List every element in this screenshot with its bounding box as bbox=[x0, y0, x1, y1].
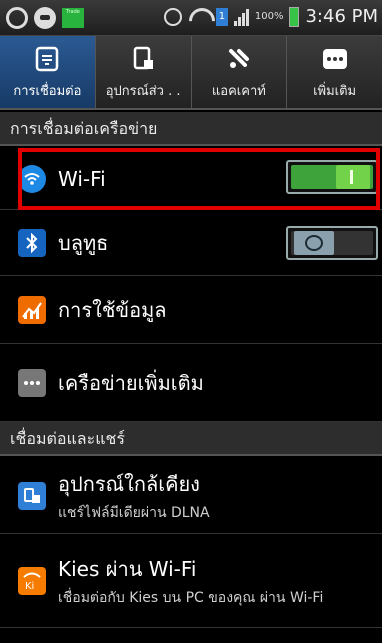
tab-label: เพิ่มเติม bbox=[313, 84, 357, 99]
sync-icon bbox=[6, 7, 28, 29]
tab-device[interactable]: อุปกรณ์ส่ว . . bbox=[96, 36, 192, 108]
connections-icon bbox=[31, 44, 63, 74]
accounts-icon bbox=[223, 44, 255, 74]
data-usage-label: การใช้ข้อมูล bbox=[58, 297, 167, 322]
tab-connections[interactable]: การเชื่อมต่อ bbox=[0, 36, 96, 108]
wifi-highlight-frame bbox=[18, 148, 380, 210]
message-icon bbox=[34, 7, 56, 29]
signal-icon bbox=[233, 8, 249, 26]
data-usage-icon bbox=[18, 295, 46, 324]
section-header-share: เชื่อมต่อและแชร์ bbox=[0, 422, 382, 456]
device-icon bbox=[127, 44, 159, 74]
bluetooth-toggle[interactable] bbox=[286, 226, 378, 260]
tab-label: อุปกรณ์ส่ว . . bbox=[105, 84, 181, 99]
battery-percent: 100% bbox=[254, 11, 284, 22]
nearby-devices-row[interactable]: อุปกรณ์ใกล้เคียง แชร์ไฟล์มีเดียผ่าน DLNA bbox=[0, 458, 382, 534]
nearby-devices-label: อุปกรณ์ใกล้เคียง bbox=[58, 471, 200, 496]
trade-app-icon: Trade bbox=[62, 8, 84, 28]
battery-icon bbox=[289, 6, 300, 27]
data-usage-row[interactable]: การใช้ข้อมูล bbox=[0, 276, 382, 344]
more-networks-row[interactable]: เครือข่ายเพิ่มเติม bbox=[0, 344, 382, 422]
bluetooth-label: บลูทูธ bbox=[58, 230, 109, 255]
svg-text:Ki: Ki bbox=[25, 581, 34, 592]
bluetooth-icon bbox=[18, 228, 46, 257]
more-networks-label: เครือข่ายเพิ่มเติม bbox=[58, 370, 204, 395]
nearby-devices-sub: แชร์ไฟล์มีเดียผ่าน DLNA bbox=[58, 504, 210, 521]
sim-badge: 1 bbox=[215, 7, 228, 26]
nearby-devices-icon bbox=[18, 481, 46, 510]
tab-accounts[interactable]: แอคเคาท์ bbox=[192, 36, 288, 108]
kies-wifi-row[interactable]: Ki Kies ผ่าน Wi-Fi เชื่อมต่อกับ Kies บน … bbox=[0, 534, 382, 628]
wifi-status-icon bbox=[188, 8, 210, 26]
bluetooth-row[interactable]: บลูทูธ bbox=[0, 210, 382, 276]
tab-label: แอคเคาท์ bbox=[211, 84, 266, 99]
kies-wifi-label: Kies ผ่าน Wi-Fi bbox=[58, 556, 197, 581]
status-bar: Trade 1 100% 3:46 PM bbox=[0, 0, 382, 36]
alarm-icon bbox=[163, 7, 182, 26]
clock: 3:46 PM bbox=[305, 6, 378, 27]
tab-label: การเชื่อมต่อ bbox=[13, 84, 82, 99]
more-networks-icon bbox=[18, 368, 46, 397]
more-icon bbox=[319, 44, 351, 74]
settings-tabs: การเชื่อมต่อ อุปกรณ์ส่ว . . แอคเคาท์ เพิ… bbox=[0, 36, 382, 110]
section-header-network: การเชื่อมต่อเครือข่าย bbox=[0, 112, 382, 146]
kies-wifi-sub: เชื่อมต่อกับ Kies บน PC ของคุณ ผ่าน Wi-F… bbox=[58, 589, 324, 606]
tab-more[interactable]: เพิ่มเติม bbox=[287, 36, 382, 108]
kies-icon: Ki bbox=[18, 566, 46, 595]
